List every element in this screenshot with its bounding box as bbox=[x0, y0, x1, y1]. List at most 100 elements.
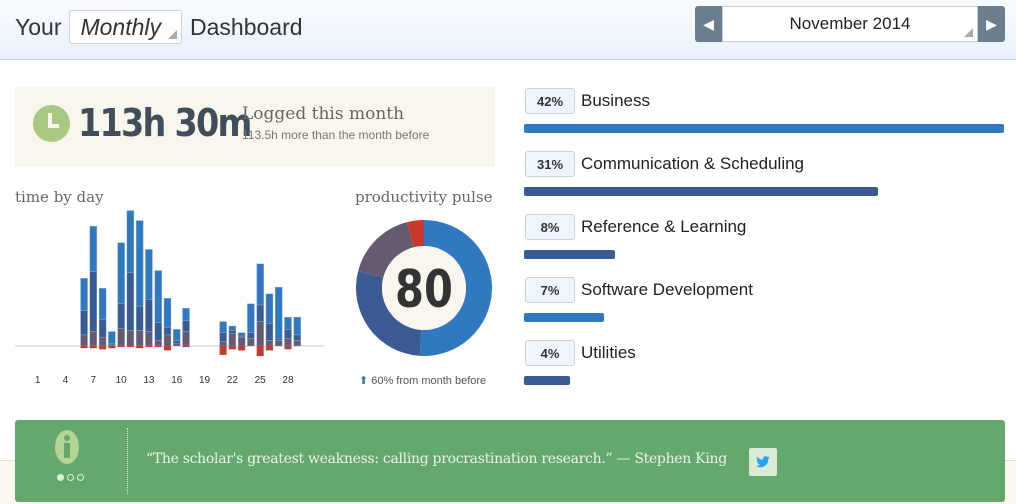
bar-productive bbox=[145, 299, 153, 332]
bar-distracting bbox=[238, 346, 246, 351]
bar-neutral bbox=[284, 338, 292, 347]
bar-productive bbox=[89, 271, 98, 332]
page-title: Your Monthly Dashboard bbox=[15, 10, 303, 44]
bar-very-productive bbox=[108, 331, 116, 344]
bar-productive bbox=[293, 334, 301, 341]
bar-neutral bbox=[89, 331, 98, 347]
dropdown-icon bbox=[168, 30, 178, 39]
logged-total: 113h 30m bbox=[78, 101, 252, 145]
bar-productive bbox=[182, 320, 190, 332]
bar-very-productive bbox=[145, 249, 153, 300]
category-bar bbox=[524, 124, 1004, 133]
quote-text: “The scholar's greatest weakness: callin… bbox=[146, 451, 727, 467]
bar-very-productive bbox=[117, 242, 125, 305]
chevron-right-icon: ▶ bbox=[986, 15, 997, 32]
month-select[interactable]: November 2014 bbox=[722, 6, 978, 42]
bar-distracting bbox=[136, 346, 144, 349]
bar-distracting bbox=[163, 346, 171, 351]
bar-productive bbox=[80, 310, 88, 336]
category-name: Software Development bbox=[581, 280, 753, 299]
bar-very-productive bbox=[98, 288, 107, 320]
x-tick-label: 28 bbox=[282, 375, 294, 386]
bar-distracting bbox=[108, 346, 116, 349]
bar-neutral bbox=[173, 343, 181, 347]
bar-neutral bbox=[237, 336, 246, 347]
bar-very-productive bbox=[154, 270, 162, 323]
bar-neutral bbox=[293, 340, 301, 347]
category-bar bbox=[524, 250, 616, 259]
quote-banner: “The scholar's greatest weakness: callin… bbox=[15, 420, 1005, 502]
bar-very-productive bbox=[89, 225, 98, 272]
quote-pager[interactable] bbox=[57, 474, 84, 481]
month-value: November 2014 bbox=[789, 14, 911, 33]
bar-productive bbox=[135, 305, 144, 331]
bar-productive bbox=[126, 272, 135, 331]
period-value: Monthly bbox=[80, 13, 162, 40]
date-navigator: ◀ November 2014 ▶ bbox=[695, 6, 1005, 42]
bar-very-productive bbox=[284, 316, 292, 330]
category-name: Reference & Learning bbox=[581, 217, 747, 236]
bar-neutral bbox=[80, 334, 88, 347]
bar-neutral bbox=[154, 340, 162, 347]
pulse-change: ⬆ 60% from month before bbox=[359, 374, 487, 388]
bar-neutral bbox=[275, 340, 283, 347]
x-tick-label: 13 bbox=[143, 375, 155, 386]
pager-dot[interactable] bbox=[77, 474, 84, 481]
bar-distracting bbox=[99, 346, 107, 350]
x-tick-label: 25 bbox=[255, 375, 267, 386]
bar-very-productive bbox=[80, 278, 88, 311]
bar-neutral bbox=[98, 336, 107, 347]
pager-dot[interactable] bbox=[67, 474, 74, 481]
bar-distracting bbox=[89, 346, 97, 349]
category-name: Business bbox=[581, 91, 650, 110]
bar-neutral bbox=[265, 340, 274, 347]
next-month-button[interactable]: ▶ bbox=[978, 6, 1005, 42]
bar-distracting bbox=[219, 346, 227, 355]
bar-productive bbox=[117, 303, 125, 329]
pulse-change-text: 60% from month before bbox=[371, 374, 487, 387]
bar-very-productive bbox=[275, 286, 283, 339]
bar-distracting bbox=[284, 346, 292, 350]
bar-very-productive bbox=[256, 263, 264, 306]
bar-distracting bbox=[145, 346, 153, 348]
pager-dot-active[interactable] bbox=[57, 474, 64, 481]
prev-month-button[interactable]: ◀ bbox=[695, 6, 722, 42]
bar-productive bbox=[265, 323, 274, 341]
title-suffix: Dashboard bbox=[190, 13, 303, 40]
time-by-day-chart: 1 4 7 10 13 16 19 22 25 28 bbox=[15, 210, 324, 386]
bar-very-productive bbox=[126, 210, 135, 273]
bar-neutral bbox=[182, 331, 190, 347]
bar-very-productive bbox=[265, 293, 274, 325]
x-tick-label: 16 bbox=[171, 375, 183, 386]
bar-productive bbox=[247, 332, 255, 339]
logged-comparison: 113.5h more than the month before bbox=[242, 128, 430, 142]
twitter-share-button[interactable] bbox=[749, 448, 777, 476]
category-percent: 7% bbox=[525, 277, 575, 303]
bar-productive bbox=[163, 326, 172, 336]
bar-productive bbox=[228, 330, 237, 334]
x-tick-label: 7 bbox=[91, 375, 97, 386]
bar-neutral bbox=[117, 328, 125, 347]
bar-very-productive bbox=[182, 308, 190, 321]
category-name: Communication & Scheduling bbox=[581, 154, 805, 173]
bar-productive bbox=[98, 319, 107, 338]
period-select[interactable]: Monthly bbox=[69, 10, 183, 44]
chevron-left-icon: ◀ bbox=[703, 15, 714, 32]
bar-neutral bbox=[163, 334, 172, 347]
bar-distracting bbox=[154, 346, 162, 348]
x-tick-label: 4 bbox=[63, 375, 69, 386]
bar-distracting bbox=[80, 346, 88, 349]
bar-neutral bbox=[247, 338, 255, 347]
category-bar bbox=[524, 376, 570, 385]
bar-distracting bbox=[117, 346, 125, 348]
bar-productive bbox=[256, 304, 264, 322]
category-percent: 31% bbox=[525, 151, 575, 177]
bar-very-productive bbox=[163, 298, 172, 328]
category-bar bbox=[524, 313, 604, 322]
x-tick-label: 22 bbox=[227, 375, 239, 386]
bar-neutral bbox=[126, 330, 135, 347]
bar-very-productive bbox=[293, 316, 301, 336]
bar-neutral bbox=[256, 321, 264, 347]
twitter-icon bbox=[756, 456, 770, 468]
bar-productive bbox=[173, 340, 181, 344]
